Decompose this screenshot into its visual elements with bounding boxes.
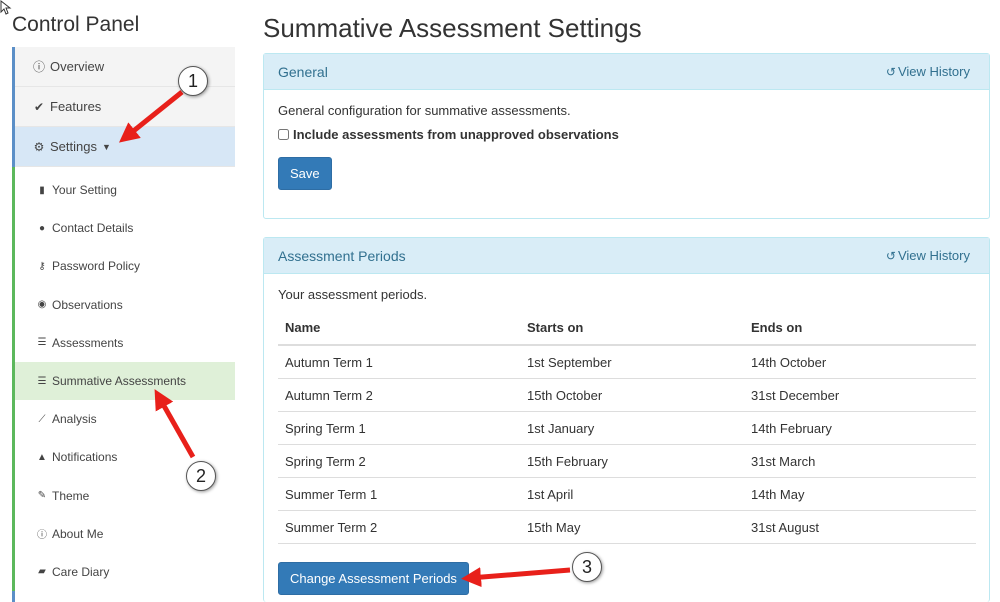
sidebar-item-label: Features [50, 99, 102, 114]
column-header-ends-on: Ends on [744, 311, 976, 346]
sidebar-item-assessments[interactable]: ☰ Assessments [15, 324, 235, 362]
sidebar-item-label: Observations [52, 297, 123, 312]
chat-bubble-icon: ● [38, 222, 46, 234]
sidebar-item-label: Theme [52, 488, 90, 503]
settings-submenu: ▮ Your Setting ● Contact Details ⚷ Passw… [12, 167, 235, 592]
column-header-name: Name [278, 311, 520, 346]
list-icon: ☰ [37, 337, 47, 349]
sidebar-item-care-diary[interactable]: ▰ Care Diary [15, 553, 235, 591]
view-history-link[interactable]: ↺ View History [886, 64, 970, 79]
info-circle-icon: ⓘ [37, 530, 47, 542]
assessment-periods-panel: Assessment Periods ↺ View History Your as… [263, 237, 990, 602]
table-row: Spring Term 2 15th February 31st March [278, 444, 976, 478]
table-row: Autumn Term 1 1st September 14th October [278, 345, 976, 379]
sidebar-item-contact-details[interactable]: ● Contact Details [15, 209, 235, 247]
checkbox-label: Include assessments from unapproved obse… [293, 127, 619, 142]
period-name: Summer Term 2 [278, 510, 520, 544]
sidebar-item-observations[interactable]: ◉ Observations [15, 286, 235, 324]
general-description: General configuration for summative asse… [278, 103, 571, 118]
check-icon: ✔ [33, 99, 45, 114]
sidebar-item-label: Settings [50, 139, 97, 154]
sidebar-item-password-policy[interactable]: ⚷ Password Policy [15, 247, 235, 285]
control-panel-title: Control Panel [12, 13, 140, 36]
eye-icon: ◉ [37, 299, 47, 311]
sidebar-item-label: Summative Assessments [52, 374, 187, 389]
annotation-badge-2: 2 [186, 461, 216, 491]
unapproved-observations-checkbox[interactable] [278, 129, 289, 140]
book-icon: ▰ [38, 566, 46, 578]
period-start: 15th May [520, 510, 744, 544]
period-start: 15th October [520, 378, 744, 412]
sidebar-item-label: Overview [50, 59, 105, 74]
history-icon: ↺ [885, 65, 896, 79]
periods-description: Your assessment periods. [278, 287, 428, 302]
panel-title: General [278, 63, 328, 80]
page-title: Summative Assessment Settings [263, 13, 642, 43]
caret-down-icon: ▼ [101, 141, 111, 152]
periods-panel-body: Your assessment periods. Name Starts on … [264, 274, 989, 602]
period-name: Autumn Term 2 [278, 378, 520, 412]
period-name: Spring Term 2 [278, 444, 520, 478]
sidebar-item-your-setting[interactable]: ▮ Your Setting [15, 171, 235, 209]
sidebar-item-analysis[interactable]: ⟋ Analysis [15, 400, 235, 438]
period-name: Autumn Term 1 [278, 345, 520, 379]
general-panel-body: General configuration for summative asse… [264, 90, 989, 203]
list-icon: ☰ [37, 375, 47, 387]
column-header-starts-on: Starts on [520, 311, 744, 346]
period-end: 14th February [744, 411, 976, 445]
view-history-label: View History [897, 248, 970, 263]
panel-title: Assessment Periods [278, 247, 406, 264]
period-end: 31st December [744, 378, 976, 412]
period-end: 14th October [744, 345, 976, 379]
periods-table: Name Starts on Ends on Autumn Term 1 1st… [278, 311, 976, 544]
view-history-label: View History [897, 64, 970, 79]
sidebar-item-label: Contact Details [52, 221, 134, 236]
period-start: 1st April [520, 477, 744, 511]
sidebar-item-label: Assessments [52, 335, 124, 350]
unapproved-observations-option[interactable]: Include assessments from unapproved obse… [278, 127, 975, 142]
table-row: Summer Term 2 15th May 31st August [278, 510, 976, 544]
building-icon: ▮ [39, 184, 45, 196]
sidebar-item-settings[interactable]: ⚙ Settings ▼ [15, 127, 235, 167]
sidebar-item-label: Your Setting [52, 183, 117, 198]
gear-icon: ⚙ [33, 139, 45, 154]
mouse-cursor-icon [0, 0, 12, 15]
sidebar-item-summative-assessments[interactable]: ☰ Summative Assessments [15, 361, 235, 401]
period-start: 1st January [520, 411, 744, 445]
period-start: 15th February [520, 444, 744, 478]
sidebar: ⓘ Overview ✔ Features ⚙ Settings ▼ ▮ You… [12, 47, 235, 602]
annotation-badge-3: 3 [572, 552, 602, 582]
period-start: 1st September [520, 345, 744, 379]
annotation-badge-1: 1 [178, 66, 208, 96]
screenshot-root: Control Panel ⓘ Overview ✔ Features ⚙ Se… [0, 0, 1000, 602]
sidebar-item-label: Password Policy [52, 259, 141, 274]
sidebar-item-about-me[interactable]: ⓘ About Me [15, 515, 235, 553]
save-button[interactable]: Save [278, 157, 332, 190]
periods-panel-heading: Assessment Periods ↺ View History [264, 238, 989, 274]
sidebar-item-label: About Me [52, 526, 104, 541]
period-name: Summer Term 1 [278, 477, 520, 511]
info-circle-icon: ⓘ [32, 60, 45, 74]
sidebar-item-label: Notifications [52, 450, 118, 465]
sidebar-item-label: Care Diary [52, 564, 110, 579]
table-row: Spring Term 1 1st January 14th February [278, 411, 976, 445]
general-panel: General ↺ View History General configurat… [263, 53, 990, 219]
bell-icon: ▲ [37, 451, 47, 463]
sidebar-item-label: Analysis [52, 412, 97, 427]
period-end: 31st March [744, 444, 976, 478]
brush-icon: ✎ [37, 490, 47, 502]
history-icon: ↺ [885, 249, 896, 263]
table-row: Autumn Term 2 15th October 31st December [278, 378, 976, 412]
period-end: 14th May [744, 477, 976, 511]
period-end: 31st August [744, 510, 976, 544]
table-row: Summer Term 1 1st April 14th May [278, 477, 976, 511]
change-assessment-periods-button[interactable]: Change Assessment Periods [278, 562, 469, 595]
key-icon: ⚷ [38, 260, 46, 272]
view-history-link[interactable]: ↺ View History [886, 248, 970, 263]
general-panel-heading: General ↺ View History [264, 54, 989, 90]
table-header-row: Name Starts on Ends on [278, 311, 976, 346]
line-chart-icon: ⟋ [38, 413, 46, 425]
period-name: Spring Term 1 [278, 411, 520, 445]
